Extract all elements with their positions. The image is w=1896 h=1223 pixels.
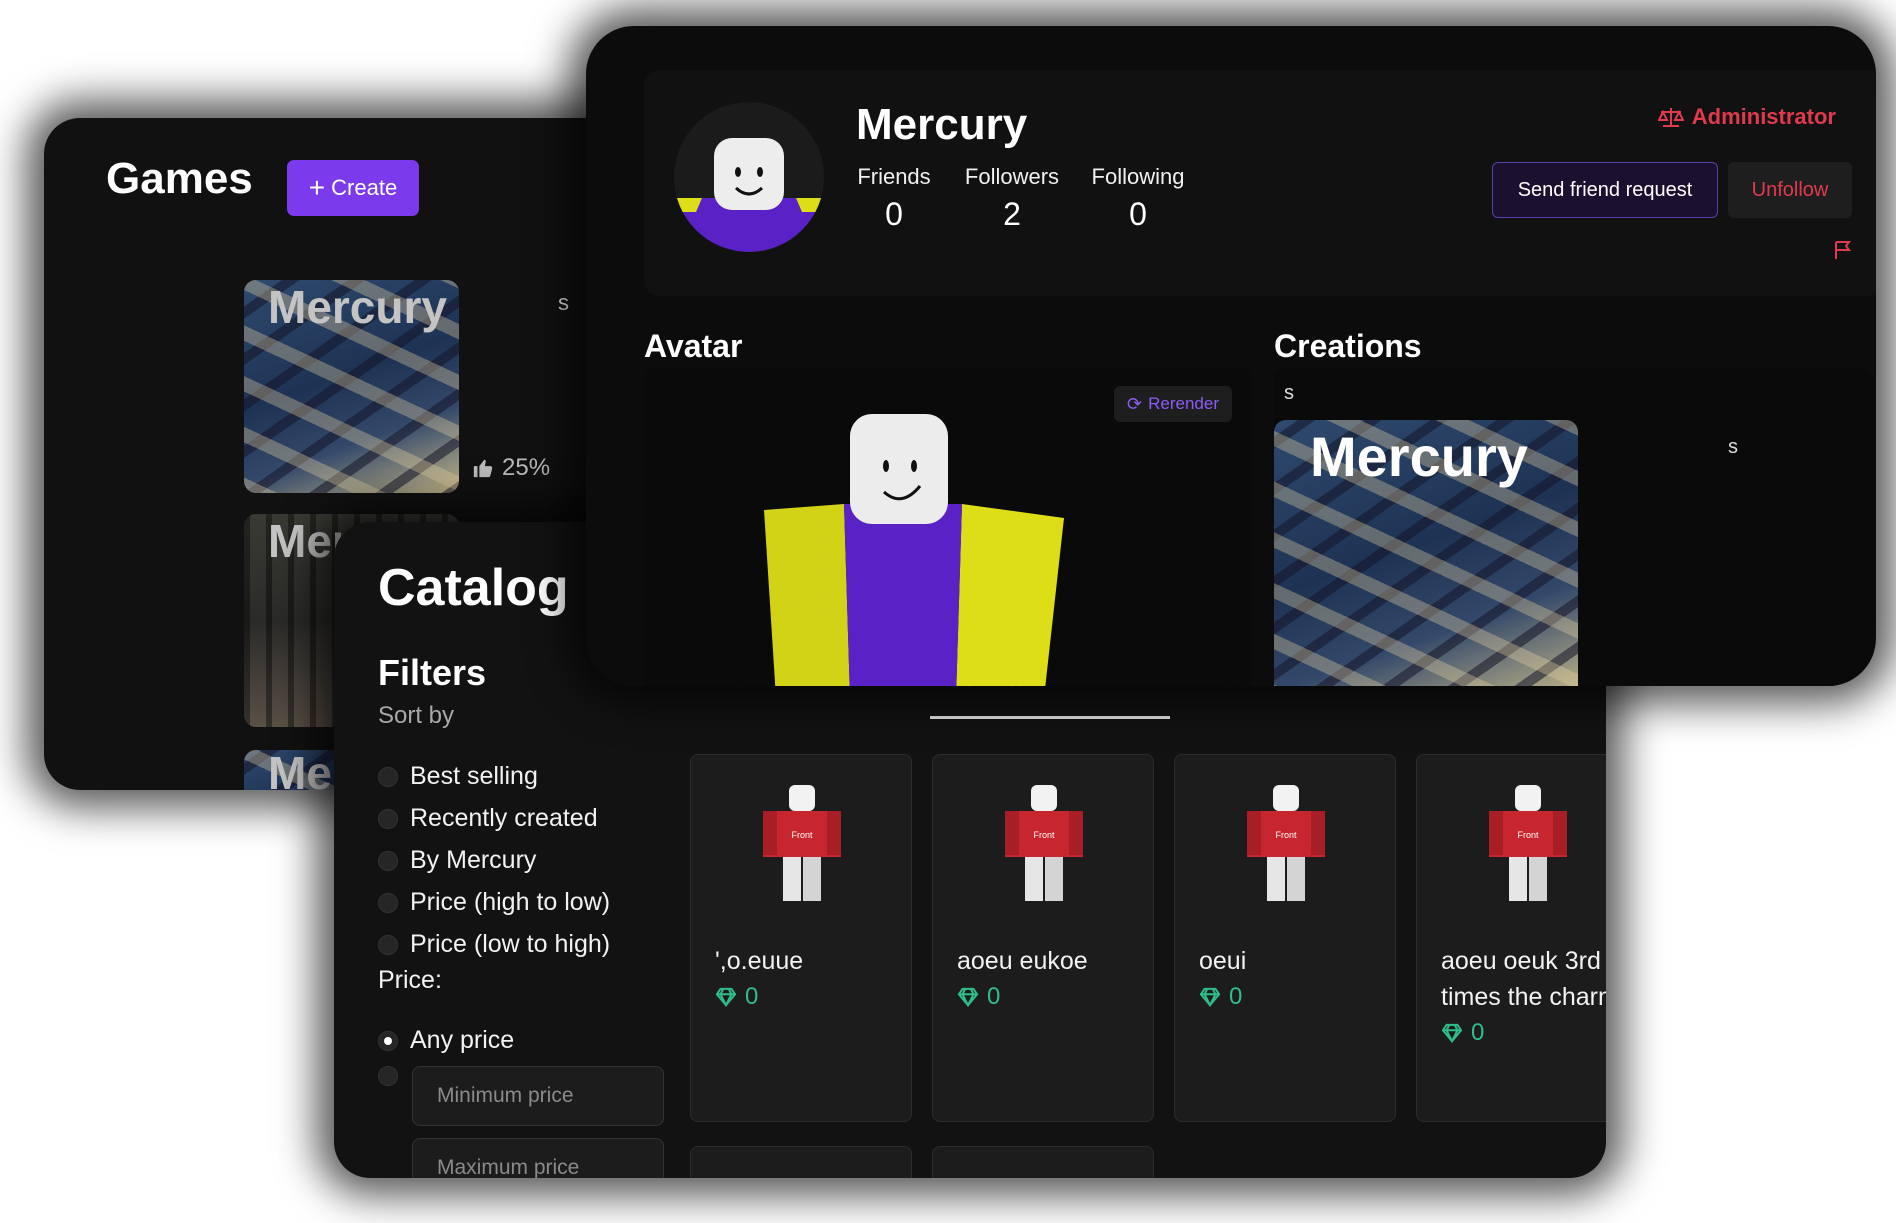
scale-icon	[1657, 108, 1684, 127]
radio-button[interactable]	[378, 850, 398, 871]
radio-button[interactable]	[378, 934, 398, 955]
price-label: Price:	[378, 966, 442, 994]
item-name: aoeu eukoe	[957, 947, 1088, 975]
avatar-headshot	[674, 138, 824, 252]
item-price-value: 0	[1471, 1019, 1485, 1046]
creation-text: s	[1284, 382, 1294, 404]
price-option-any[interactable]: Any price	[378, 1026, 514, 1055]
item-name: aoeu oeuk 3rd times the charm	[1441, 947, 1606, 1011]
stat-value: 2	[1003, 196, 1021, 232]
catalog-item-card[interactable]	[932, 1146, 1154, 1178]
sort-by-label: Sort by	[378, 702, 455, 729]
stat-followers[interactable]: Followers 2	[962, 164, 1062, 233]
price-option-label: Any price	[410, 1026, 515, 1054]
creation-text: s	[1728, 436, 1738, 458]
flag-icon[interactable]	[1834, 240, 1852, 260]
gem-icon	[957, 987, 979, 1007]
radio-button[interactable]	[378, 892, 398, 913]
stat-following[interactable]: Following 0	[1090, 164, 1186, 233]
catalog-item-card[interactable]: Front aoeu oeuk 3rd times the charm 0	[1416, 754, 1606, 1122]
sort-option-recently-created[interactable]: Recently created	[378, 804, 598, 833]
like-percent: 25%	[502, 454, 551, 481]
create-game-button[interactable]: + Create	[287, 160, 419, 216]
avatar-3d-figure	[764, 414, 1064, 686]
item-info: ',o.euue 0	[715, 943, 905, 1015]
role-label: Administrator	[1691, 104, 1836, 129]
shirt-front-text: Front	[1275, 830, 1297, 840]
item-info: aoeu oeuk 3rd times the charm 0	[1441, 943, 1606, 1051]
creation-thumbnail-label: Mercury	[1310, 425, 1528, 488]
avatar-section-title: Avatar	[644, 328, 743, 364]
item-price-value: 0	[987, 983, 1001, 1010]
profile-username: Mercury	[856, 100, 1028, 149]
item-name: ',o.euue	[715, 947, 804, 975]
sort-option-best-selling[interactable]: Best selling	[378, 762, 538, 791]
radio-button[interactable]	[378, 808, 398, 829]
shirt-front-text: Front	[1033, 830, 1055, 840]
shirt-front-text: Front	[791, 830, 813, 840]
shirt-thumbnail: Front	[1005, 785, 1083, 901]
item-price: 0	[957, 979, 1147, 1015]
profile-panel: Mercury Friends 0 Followers 2 Following …	[586, 26, 1876, 686]
stat-label: Friends	[857, 164, 931, 189]
catalog-title: Catalog	[378, 559, 569, 617]
administrator-badge: Administrator	[1657, 104, 1836, 130]
shirt-front-text: Front	[1517, 830, 1539, 840]
radio-button[interactable]	[378, 1066, 398, 1086]
sort-option-label: Price (high to low)	[410, 888, 611, 916]
sort-option-label: Best selling	[410, 762, 538, 790]
avatar-render: ⟳ Rerender	[644, 368, 1252, 686]
unfollow-button[interactable]: Unfollow	[1728, 162, 1852, 218]
item-info: oeui 0	[1199, 943, 1389, 1015]
send-friend-request-button[interactable]: Send friend request	[1492, 162, 1718, 218]
sort-option-label: Price (low to high)	[410, 930, 611, 958]
radio-button[interactable]	[378, 766, 398, 787]
catalog-item-card[interactable]: Front oeui 0	[1174, 754, 1396, 1122]
price-option-custom[interactable]	[378, 1066, 398, 1086]
shirt-thumbnail: Front	[1489, 785, 1567, 901]
stat-value: 0	[1129, 196, 1147, 232]
radio-button-selected[interactable]	[378, 1030, 398, 1051]
plus-icon: +	[308, 172, 326, 203]
game-card-text: s	[558, 290, 569, 315]
catalog-item-card[interactable]: Front aoeu eukoe 0	[932, 754, 1154, 1122]
item-info: aoeu eukoe 0	[957, 943, 1147, 1015]
active-tab-indicator	[930, 716, 1170, 719]
stat-label: Followers	[964, 164, 1060, 189]
maximum-price-input[interactable]: Maximum price	[412, 1138, 664, 1178]
games-title: Games	[106, 154, 253, 203]
creations-list: s Mercury s	[1274, 368, 1874, 686]
game-card-thumbnail[interactable]: Mercury	[244, 280, 459, 493]
sort-option-label: Recently created	[410, 804, 598, 832]
avatar	[674, 102, 824, 252]
item-price: 0	[1199, 979, 1389, 1015]
thumbs-up-icon	[473, 459, 493, 478]
sort-option-price-high-low[interactable]: Price (high to low)	[378, 888, 610, 917]
creation-thumbnail[interactable]: Mercury	[1274, 420, 1578, 686]
gem-icon	[1441, 1023, 1463, 1043]
gem-icon	[1199, 987, 1221, 1007]
item-price-value: 0	[745, 983, 759, 1010]
sort-option-by-mercury[interactable]: By Mercury	[378, 846, 536, 875]
creations-section-title: Creations	[1274, 328, 1422, 364]
item-name: oeui	[1199, 947, 1247, 975]
item-price: 0	[715, 979, 905, 1015]
game-thumbnail-label: Mercury	[268, 281, 447, 333]
sort-option-price-low-high[interactable]: Price (low to high)	[378, 930, 610, 959]
filters-title: Filters	[378, 652, 487, 693]
item-price: 0	[1441, 1015, 1606, 1051]
stat-label: Following	[1091, 164, 1185, 189]
item-price-value: 0	[1229, 983, 1243, 1010]
stat-friends[interactable]: Friends 0	[856, 164, 932, 233]
shirt-thumbnail: Front	[1247, 785, 1325, 901]
create-button-label: Create	[331, 175, 398, 200]
sort-option-label: By Mercury	[410, 846, 537, 874]
stat-value: 0	[885, 196, 903, 232]
catalog-item-card[interactable]: Front ',o.euue 0	[690, 754, 912, 1122]
game-like-ratio: 25%	[472, 454, 550, 482]
catalog-item-card[interactable]	[690, 1146, 912, 1178]
gem-icon	[715, 987, 737, 1007]
minimum-price-input[interactable]: Minimum price	[412, 1066, 664, 1126]
shirt-thumbnail: Front	[763, 785, 841, 901]
